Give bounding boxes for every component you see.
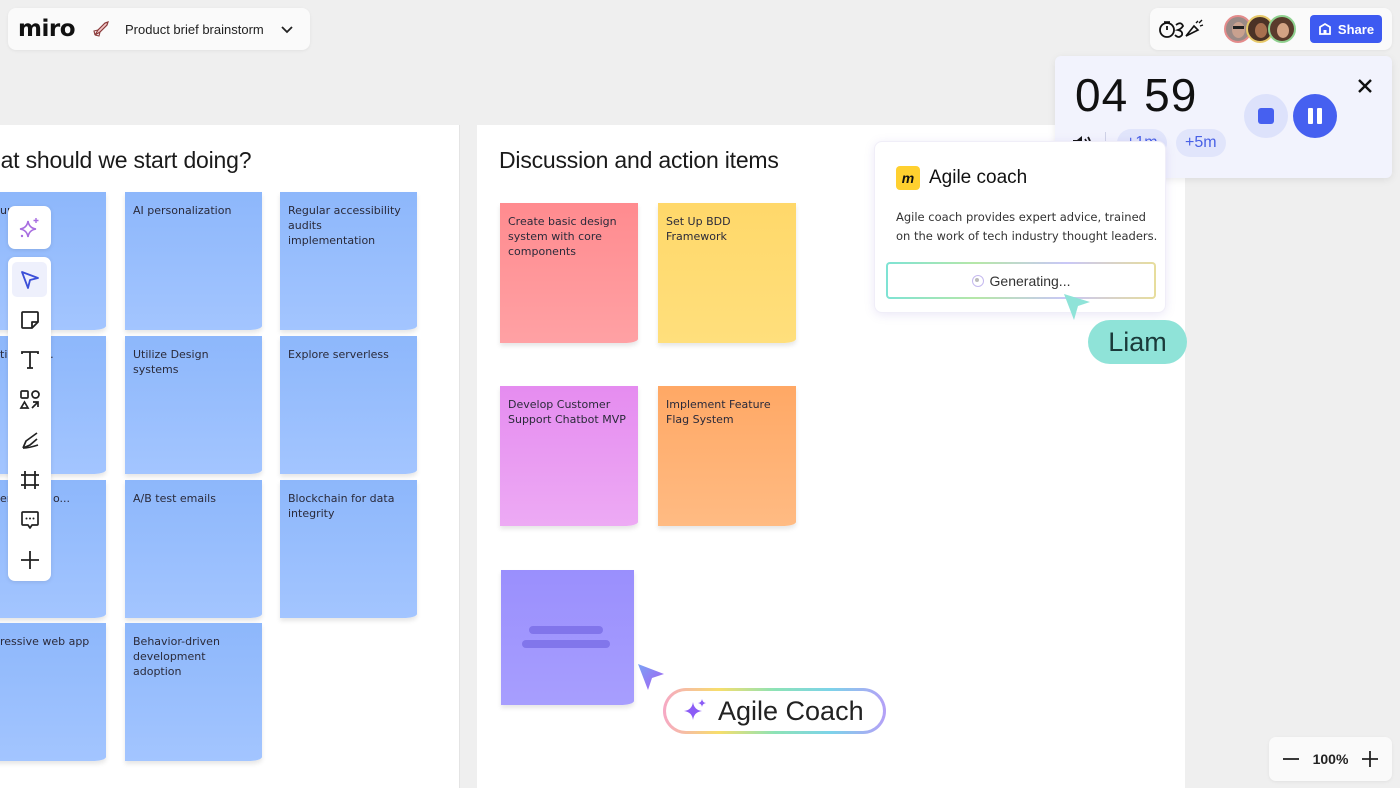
rocket-icon	[93, 21, 109, 37]
pause-icon	[1308, 108, 1313, 124]
plus-icon	[20, 550, 39, 569]
sticky-note[interactable]: Develop Customer Support Chatbot MVP	[500, 386, 638, 526]
coach-description: Agile coach provides expert advice, trai…	[896, 210, 1158, 243]
pen-icon	[21, 431, 38, 449]
chevron-down-icon[interactable]	[280, 22, 294, 36]
cursor-icon	[1064, 294, 1090, 320]
timer-display: 04 59	[1075, 68, 1197, 122]
shapes-icon	[19, 389, 40, 409]
more-tools-button[interactable]	[12, 542, 47, 577]
share-button[interactable]: Share	[1310, 15, 1382, 43]
sticky-note-tool[interactable]	[12, 302, 47, 337]
pause-icon	[1317, 108, 1322, 124]
comment-tool[interactable]	[12, 502, 47, 537]
miro-app-icon: m	[896, 166, 920, 190]
sticky-note[interactable]: ressive web app	[0, 623, 106, 761]
sticky-note[interactable]: Blockchain for data integrity	[280, 480, 417, 618]
text-tool[interactable]	[12, 342, 47, 377]
sticky-note[interactable]: Create basic design system with core com…	[500, 203, 638, 343]
comment-icon	[20, 510, 39, 529]
frame-icon	[20, 470, 39, 489]
pen-tool[interactable]	[12, 422, 47, 457]
generating-label: Generating...	[989, 272, 1071, 289]
sticky-note-drafting[interactable]	[501, 570, 634, 705]
avatar[interactable]	[1268, 15, 1296, 43]
sticky-note-icon	[20, 310, 39, 329]
frame-title: Discussion and action items	[499, 147, 779, 173]
frame-tool[interactable]	[12, 462, 47, 497]
zoom-out-icon[interactable]	[1281, 749, 1301, 769]
share-board-icon	[1319, 22, 1331, 35]
sticky-note[interactable]: Utilize Design systems	[125, 336, 262, 474]
ai-assist-button[interactable]	[8, 206, 51, 249]
select-tool[interactable]	[12, 262, 47, 297]
spinner-icon	[971, 274, 984, 287]
collaborator-cursor-label: Liam	[1088, 320, 1187, 364]
zoom-control: 100%	[1269, 737, 1392, 781]
sparkle-icon	[684, 699, 706, 720]
board-header: miro Product brief brainstorm	[8, 8, 310, 50]
ai-cursor-label: Agile Coach	[663, 688, 886, 734]
close-icon[interactable]	[1355, 76, 1375, 96]
timer-seconds: 59	[1144, 69, 1198, 121]
shapes-tool[interactable]	[12, 382, 47, 417]
coach-title: Agile coach	[929, 167, 1028, 188]
frame-title: hat should we start doing?	[0, 147, 252, 173]
sticky-note[interactable]: Regular accessibility audits implementat…	[280, 192, 417, 330]
reactions-icon[interactable]	[1158, 18, 1206, 40]
cursor-icon	[20, 270, 39, 289]
text-lines-icon	[522, 626, 610, 648]
sticky-note[interactable]: Implement Feature Flag System	[658, 386, 796, 526]
text-icon	[20, 350, 39, 369]
add-5-minutes-button[interactable]: +5m	[1176, 129, 1226, 157]
sticky-note[interactable]: Explore serverless	[280, 336, 417, 474]
cursor-icon	[638, 664, 664, 690]
sticky-note[interactable]: A/B test emails	[125, 480, 262, 618]
timer-minutes: 04	[1075, 69, 1129, 121]
pause-button[interactable]	[1293, 94, 1337, 138]
sparkle-icon	[19, 217, 38, 237]
share-label: Share	[1337, 21, 1375, 37]
collaborator-avatars	[1224, 15, 1296, 43]
zoom-level[interactable]: 100%	[1313, 751, 1349, 767]
stop-button[interactable]	[1244, 94, 1288, 138]
sticky-note[interactable]: AI personalization	[125, 192, 262, 330]
zoom-in-icon[interactable]	[1360, 749, 1380, 769]
ai-cursor-text: Agile Coach	[718, 695, 864, 726]
sticky-note[interactable]: Behavior-driven development adoption	[125, 623, 262, 761]
board-title[interactable]: Product brief brainstorm	[125, 22, 264, 37]
creation-toolbar	[8, 257, 51, 581]
agile-coach-card: m Agile coach Agile coach provides exper…	[874, 141, 1166, 313]
miro-logo[interactable]: miro	[18, 16, 76, 42]
collaboration-bar: Share	[1150, 8, 1392, 50]
sticky-note[interactable]: Set Up BDD Framework	[658, 203, 796, 343]
stop-icon	[1258, 108, 1274, 124]
generating-button[interactable]: Generating...	[886, 262, 1156, 299]
